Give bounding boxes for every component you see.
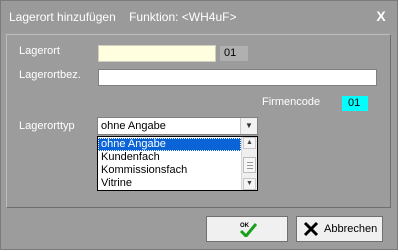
lagerortbez-label: Lagerortbez. <box>19 69 81 81</box>
cancel-button[interactable]: Abbrechen <box>296 216 383 242</box>
ok-icon-text: OK <box>240 223 250 229</box>
lagerort-label: Lagerort <box>19 45 60 57</box>
lagerort-number: 01 <box>220 46 248 61</box>
lagerorttyp-selected-value: ohne Angabe <box>101 120 166 132</box>
window-title: Lagerort hinzufügen Funktion: <WH4uF> <box>9 10 237 24</box>
chevron-down-icon[interactable]: ▼ <box>240 118 257 134</box>
lagerort-input[interactable] <box>98 45 216 62</box>
lagerorttyp-dropdown-list: ohne Angabe Kundenfach Kommissionsfach V… <box>97 136 258 191</box>
list-item[interactable]: Kommissionsfach <box>98 164 241 177</box>
dialog-window: Lagerort hinzufügen Funktion: <WH4uF> X … <box>0 0 398 250</box>
firmencode-label: Firmencode <box>262 96 321 108</box>
close-x-icon <box>303 221 319 237</box>
lagerortbez-input[interactable] <box>98 69 377 86</box>
firmencode-value: 01 <box>342 96 368 111</box>
list-item[interactable]: ohne Angabe <box>98 138 241 151</box>
lagerorttyp-select[interactable]: ohne Angabe ▼ <box>97 117 258 135</box>
title-bar: Lagerort hinzufügen Funktion: <WH4uF> X <box>1 1 397 32</box>
scrollbar-thumb[interactable] <box>243 157 256 173</box>
lagerorttyp-label: Lagerorttyp <box>19 120 75 132</box>
dropdown-scrollbar[interactable]: ▲ ▼ <box>241 137 257 190</box>
scroll-down-icon[interactable]: ▼ <box>243 178 256 190</box>
ok-button[interactable]: OK <box>206 216 288 242</box>
list-item[interactable]: Vitrine <box>98 177 241 190</box>
close-icon[interactable]: X <box>373 8 389 24</box>
scroll-up-icon[interactable]: ▲ <box>243 137 256 149</box>
cancel-button-label: Abbrechen <box>324 223 378 235</box>
ok-checkmark-icon: OK <box>239 223 257 237</box>
list-item[interactable]: Kundenfach <box>98 151 241 164</box>
